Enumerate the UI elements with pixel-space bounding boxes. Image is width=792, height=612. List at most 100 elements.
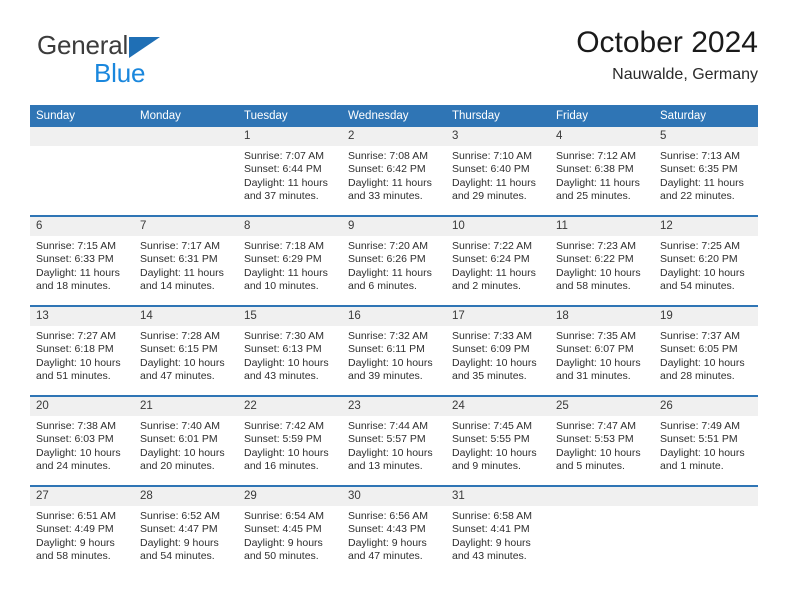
day-cell-inner: 19 Sunrise: 7:37 AM Sunset: 6:05 PM Dayligh… [654,307,758,395]
daylight-text-line1: Daylight: 10 hours [660,266,745,279]
calendar-day-cell[interactable]: 9 Sunrise: 7:20 AM Sunset: 6:26 PM Daylight… [342,216,446,307]
sunrise-text: Sunrise: 7:15 AM [36,240,116,252]
day-number: 29 [238,487,342,506]
sunrise-text: Sunrise: 7:08 AM [348,150,428,162]
day-number: 23 [342,397,446,416]
sunset-text: Sunset: 6:13 PM [244,343,322,356]
day-cell-inner: 25 Sunrise: 7:47 AM Sunset: 5:53 PM Dayligh… [550,397,654,485]
day-number: 20 [30,397,134,416]
sunset-text: Sunset: 6:07 PM [556,343,634,356]
day-cell-inner [550,487,654,575]
calendar-day-cell[interactable]: 31 Sunrise: 6:58 AM Sunset: 4:41 PM Dayligh… [446,486,550,575]
sunset-text: Sunset: 4:41 PM [452,523,530,536]
daylight-text-line1: Daylight: 11 hours [452,266,536,279]
calendar-day-cell[interactable]: 24 Sunrise: 7:45 AM Sunset: 5:55 PM Dayligh… [446,396,550,487]
daylight-text-line2: and 24 minutes. [36,460,111,473]
day-info: Sunrise: 7:23 AM Sunset: 6:22 PM Daylight:… [550,236,654,294]
weekday-header-wednesday: Wednesday [342,105,446,127]
calendar-day-cell[interactable]: 16 Sunrise: 7:32 AM Sunset: 6:11 PM Dayligh… [342,306,446,397]
sunset-text: Sunset: 5:55 PM [452,433,530,446]
calendar-day-cell[interactable]: 21 Sunrise: 7:40 AM Sunset: 6:01 PM Dayligh… [134,396,238,487]
title-block: October 2024 Nauwalde, Germany [576,24,758,86]
calendar-week-row: 27 Sunrise: 6:51 AM Sunset: 4:49 PM Dayligh… [30,486,758,575]
day-cell-inner: 24 Sunrise: 7:45 AM Sunset: 5:55 PM Dayligh… [446,397,550,485]
daylight-text-line2: and 1 minute. [660,460,724,473]
day-cell-inner: 26 Sunrise: 7:49 AM Sunset: 5:51 PM Dayligh… [654,397,758,485]
day-info: Sunrise: 7:45 AM Sunset: 5:55 PM Daylight:… [446,416,550,474]
day-info [30,146,134,150]
day-info: Sunrise: 7:25 AM Sunset: 6:20 PM Daylight:… [654,236,758,294]
calendar-day-cell[interactable]: 10 Sunrise: 7:22 AM Sunset: 6:24 PM Dayligh… [446,216,550,307]
daylight-text-line1: Daylight: 10 hours [244,356,329,369]
sunrise-text: Sunrise: 7:33 AM [452,330,532,342]
day-cell-inner: 12 Sunrise: 7:25 AM Sunset: 6:20 PM Dayligh… [654,217,758,305]
sunrise-text: Sunrise: 6:51 AM [36,510,116,522]
calendar-day-cell[interactable]: 2 Sunrise: 7:08 AM Sunset: 6:42 PM Daylight… [342,127,446,217]
page-title: October 2024 [576,26,758,59]
sunset-text: Sunset: 6:09 PM [452,343,530,356]
calendar-day-cell[interactable]: 15 Sunrise: 7:30 AM Sunset: 6:13 PM Dayligh… [238,306,342,397]
calendar-day-cell[interactable]: 13 Sunrise: 7:27 AM Sunset: 6:18 PM Dayligh… [30,306,134,397]
daylight-text-line1: Daylight: 10 hours [36,356,121,369]
sunrise-text: Sunrise: 7:45 AM [452,420,532,432]
daylight-text-line2: and 2 minutes. [452,280,521,293]
sunset-text: Sunset: 4:43 PM [348,523,426,536]
day-info: Sunrise: 7:15 AM Sunset: 6:33 PM Daylight:… [30,236,134,294]
calendar-day-cell[interactable]: 28 Sunrise: 6:52 AM Sunset: 4:47 PM Dayligh… [134,486,238,575]
calendar-day-cell[interactable]: 6 Sunrise: 7:15 AM Sunset: 6:33 PM Daylight… [30,216,134,307]
day-info: Sunrise: 6:54 AM Sunset: 4:45 PM Daylight:… [238,506,342,564]
sunset-text: Sunset: 6:44 PM [244,163,322,176]
calendar-day-cell[interactable]: 3 Sunrise: 7:10 AM Sunset: 6:40 PM Daylight… [446,127,550,217]
calendar-day-cell[interactable]: 4 Sunrise: 7:12 AM Sunset: 6:38 PM Daylight… [550,127,654,217]
calendar-empty-cell [30,127,134,217]
calendar-day-cell[interactable]: 25 Sunrise: 7:47 AM Sunset: 5:53 PM Dayligh… [550,396,654,487]
sunrise-text: Sunrise: 7:17 AM [140,240,220,252]
sunset-text: Sunset: 6:29 PM [244,253,322,266]
day-info: Sunrise: 7:12 AM Sunset: 6:38 PM Daylight:… [550,146,654,204]
calendar-day-cell[interactable]: 26 Sunrise: 7:49 AM Sunset: 5:51 PM Dayligh… [654,396,758,487]
daylight-text-line1: Daylight: 9 hours [244,536,323,549]
day-cell-inner: 21 Sunrise: 7:40 AM Sunset: 6:01 PM Dayligh… [134,397,238,485]
sunrise-text: Sunrise: 7:12 AM [556,150,636,162]
daylight-text-line1: Daylight: 10 hours [556,356,641,369]
day-cell-inner: 7 Sunrise: 7:17 AM Sunset: 6:31 PM Daylight… [134,217,238,305]
day-cell-inner: 31 Sunrise: 6:58 AM Sunset: 4:41 PM Dayligh… [446,487,550,575]
daylight-text-line1: Daylight: 11 hours [452,176,536,189]
sunrise-text: Sunrise: 7:32 AM [348,330,428,342]
day-info [134,146,238,150]
calendar-day-cell[interactable]: 22 Sunrise: 7:42 AM Sunset: 5:59 PM Dayligh… [238,396,342,487]
daylight-text-line1: Daylight: 11 hours [140,266,224,279]
calendar-day-cell[interactable]: 23 Sunrise: 7:44 AM Sunset: 5:57 PM Dayligh… [342,396,446,487]
calendar-day-cell[interactable]: 30 Sunrise: 6:56 AM Sunset: 4:43 PM Dayligh… [342,486,446,575]
calendar-day-cell[interactable]: 18 Sunrise: 7:35 AM Sunset: 6:07 PM Dayligh… [550,306,654,397]
sunset-text: Sunset: 6:38 PM [556,163,634,176]
calendar-day-cell[interactable]: 7 Sunrise: 7:17 AM Sunset: 6:31 PM Daylight… [134,216,238,307]
day-cell-inner: 13 Sunrise: 7:27 AM Sunset: 6:18 PM Dayligh… [30,307,134,395]
day-cell-inner: 18 Sunrise: 7:35 AM Sunset: 6:07 PM Dayligh… [550,307,654,395]
calendar-day-cell[interactable]: 14 Sunrise: 7:28 AM Sunset: 6:15 PM Dayligh… [134,306,238,397]
calendar-day-cell[interactable]: 12 Sunrise: 7:25 AM Sunset: 6:20 PM Dayligh… [654,216,758,307]
sunrise-text: Sunrise: 7:23 AM [556,240,636,252]
day-info: Sunrise: 7:10 AM Sunset: 6:40 PM Daylight:… [446,146,550,204]
calendar-day-cell[interactable]: 8 Sunrise: 7:18 AM Sunset: 6:29 PM Daylight… [238,216,342,307]
day-info: Sunrise: 7:47 AM Sunset: 5:53 PM Daylight:… [550,416,654,474]
calendar-day-cell[interactable]: 20 Sunrise: 7:38 AM Sunset: 6:03 PM Dayligh… [30,396,134,487]
calendar-day-cell[interactable]: 29 Sunrise: 6:54 AM Sunset: 4:45 PM Dayligh… [238,486,342,575]
calendar-day-cell[interactable]: 5 Sunrise: 7:13 AM Sunset: 6:35 PM Daylight… [654,127,758,217]
calendar-day-cell[interactable]: 19 Sunrise: 7:37 AM Sunset: 6:05 PM Dayligh… [654,306,758,397]
calendar-day-cell[interactable]: 1 Sunrise: 7:07 AM Sunset: 6:44 PM Daylight… [238,127,342,217]
daylight-text-line1: Daylight: 10 hours [452,446,537,459]
daylight-text-line1: Daylight: 11 hours [660,176,744,189]
logo-word-blue: Blue [94,58,146,88]
calendar-empty-cell [550,486,654,575]
weekday-header-friday: Friday [550,105,654,127]
day-info: Sunrise: 7:22 AM Sunset: 6:24 PM Daylight:… [446,236,550,294]
daylight-text-line2: and 31 minutes. [556,370,631,383]
calendar-day-cell[interactable]: 27 Sunrise: 6:51 AM Sunset: 4:49 PM Dayligh… [30,486,134,575]
day-cell-inner [654,487,758,575]
day-info [654,506,758,510]
daylight-text-line1: Daylight: 10 hours [660,356,745,369]
calendar-day-cell[interactable]: 11 Sunrise: 7:23 AM Sunset: 6:22 PM Dayligh… [550,216,654,307]
calendar-day-cell[interactable]: 17 Sunrise: 7:33 AM Sunset: 6:09 PM Dayligh… [446,306,550,397]
daylight-text-line2: and 18 minutes. [36,280,111,293]
